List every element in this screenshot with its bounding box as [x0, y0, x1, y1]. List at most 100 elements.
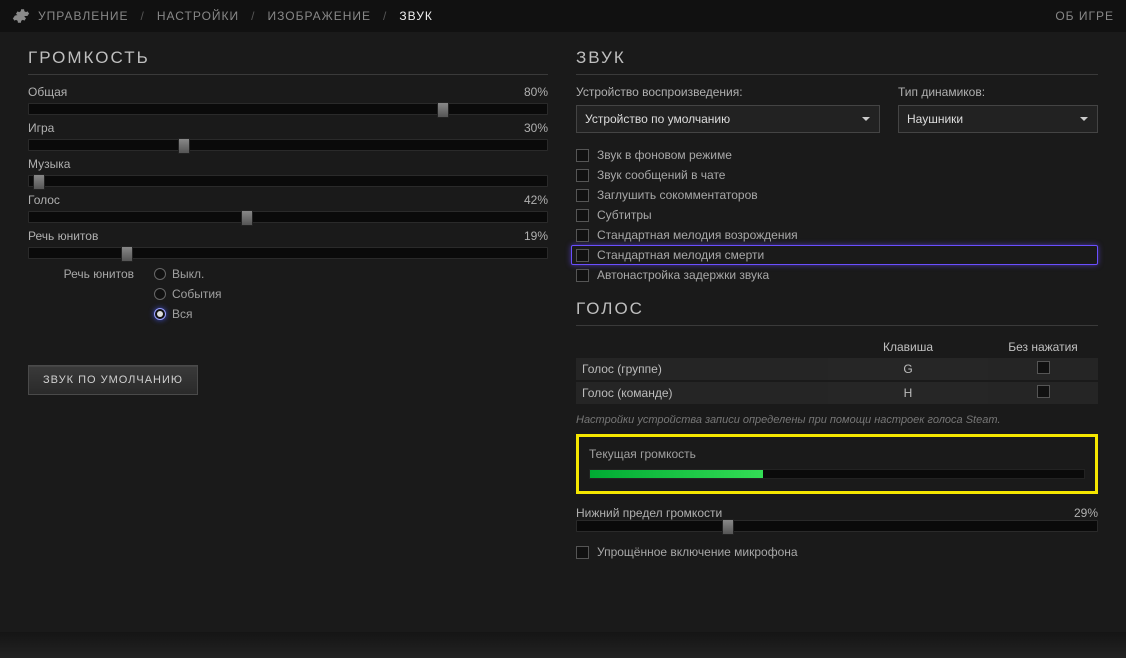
checkbox-icon: [1037, 385, 1050, 398]
voice-binding-name: Голос (команде): [576, 386, 828, 400]
slider-value: 19%: [524, 229, 548, 243]
checkbox-label: Автонастройка задержки звука: [597, 268, 769, 282]
radio-label: Вся: [172, 307, 193, 321]
slider-label: Общая: [28, 85, 67, 99]
divider: [576, 325, 1098, 326]
slider-value: 42%: [524, 193, 548, 207]
unit-speech-label: Речь юнитов: [42, 267, 134, 281]
playback-device-select[interactable]: Устройство по умолчанию: [576, 105, 880, 133]
volume-slider[interactable]: [28, 211, 548, 223]
sound-option[interactable]: Автонастройка задержки звука: [576, 265, 1098, 285]
slider-label: Музыка: [28, 157, 70, 171]
reset-audio-button[interactable]: ЗВУК ПО УМОЛЧАНИЮ: [28, 365, 198, 395]
voice-binding-row: Голос (группе)G: [576, 358, 1098, 380]
checkbox-icon: [576, 546, 589, 559]
voice-binding-nokey[interactable]: [988, 361, 1098, 377]
checkbox-icon: [576, 269, 589, 282]
voice-binding-key[interactable]: H: [828, 382, 988, 404]
sound-option[interactable]: Стандартная мелодия смерти: [571, 245, 1098, 265]
checkbox-label: Упрощённое включение микрофона: [597, 545, 798, 559]
checkbox-label: Звук в фоновом режиме: [597, 148, 732, 162]
checkbox-icon: [576, 209, 589, 222]
breadcrumb: УПРАВЛЕНИЕ / НАСТРОЙКИ / ИЗОБРАЖЕНИЕ / З…: [12, 7, 433, 25]
current-volume-box: Текущая громкость: [576, 434, 1098, 494]
slider-thumb[interactable]: [178, 138, 190, 154]
sound-panel: ЗВУК Устройство воспроизведения: Устройс…: [576, 48, 1098, 632]
voice-header-nokey: Без нажатия: [988, 340, 1098, 354]
voice-binding-key[interactable]: G: [828, 358, 988, 380]
content: ГРОМКОСТЬ Общая80%Игра30%МузыкаГолос42%Р…: [0, 32, 1126, 632]
sound-option[interactable]: Субтитры: [576, 205, 1098, 225]
sound-options-list: Звук в фоновом режиме Звук сообщений в ча…: [576, 145, 1098, 285]
current-volume-meter: [589, 469, 1085, 479]
slider-thumb[interactable]: [722, 519, 734, 535]
sound-option[interactable]: Звук в фоновом режиме: [576, 145, 1098, 165]
volume-title: ГРОМКОСТЬ: [28, 48, 548, 68]
checkbox-label: Стандартная мелодия смерти: [597, 248, 764, 262]
slider-thumb[interactable]: [121, 246, 133, 262]
select-value: Наушники: [907, 112, 963, 126]
current-volume-fill: [590, 470, 763, 478]
tab-video[interactable]: ИЗОБРАЖЕНИЕ: [268, 9, 372, 23]
slider-label: Речь юнитов: [28, 229, 98, 243]
checkbox-icon: [1037, 361, 1050, 374]
voice-header: Клавиша Без нажатия: [576, 336, 1098, 358]
radio-icon: [154, 268, 166, 280]
checkbox-label: Субтитры: [597, 208, 652, 222]
sound-title: ЗВУК: [576, 48, 1098, 68]
breadcrumb-separator: /: [141, 9, 145, 23]
checkbox-icon: [576, 189, 589, 202]
threshold-percent: 29%: [1074, 506, 1098, 520]
checkbox-label: Заглушить сокомментаторов: [597, 188, 758, 202]
voice-header-key: Клавиша: [828, 340, 988, 354]
select-value: Устройство по умолчанию: [585, 112, 730, 126]
speaker-type-select[interactable]: Наушники: [898, 105, 1098, 133]
slider-thumb[interactable]: [241, 210, 253, 226]
radio-label: Выкл.: [172, 267, 204, 281]
about-link[interactable]: ОБ ИГРЕ: [1055, 9, 1114, 23]
radio-option-off[interactable]: Выкл.: [154, 267, 204, 281]
slider-thumb[interactable]: [437, 102, 449, 118]
volume-slider[interactable]: [28, 175, 548, 187]
divider: [28, 74, 548, 75]
checkbox-label: Стандартная мелодия возрождения: [597, 228, 798, 242]
topbar: УПРАВЛЕНИЕ / НАСТРОЙКИ / ИЗОБРАЖЕНИЕ / З…: [0, 0, 1126, 32]
radio-label: События: [172, 287, 222, 301]
breadcrumb-separator: /: [251, 9, 255, 23]
radio-icon: [154, 288, 166, 300]
threshold-slider[interactable]: [576, 520, 1098, 532]
voice-binding-row: Голос (команде)H: [576, 382, 1098, 404]
recording-device-note: Настройки устройства записи определены п…: [576, 414, 1098, 426]
radio-option-events[interactable]: События: [154, 287, 222, 301]
sound-option[interactable]: Звук сообщений в чате: [576, 165, 1098, 185]
volume-slider[interactable]: [28, 247, 548, 259]
checkbox-icon: [576, 229, 589, 242]
sound-option[interactable]: Стандартная мелодия возрождения: [576, 225, 1098, 245]
current-volume-label: Текущая громкость: [589, 447, 1085, 461]
unit-speech-radio-group: Речь юнитов Выкл. События Вся: [42, 267, 548, 321]
slider-label: Игра: [28, 121, 54, 135]
radio-option-all[interactable]: Вся: [154, 307, 193, 321]
simple-mic-toggle[interactable]: Упрощённое включение микрофона: [576, 542, 1098, 562]
voice-title: ГОЛОС: [576, 299, 1098, 319]
tab-controls[interactable]: УПРАВЛЕНИЕ: [38, 9, 129, 23]
tab-settings[interactable]: НАСТРОЙКИ: [157, 9, 239, 23]
slider-thumb[interactable]: [33, 174, 45, 190]
playback-device-label: Устройство воспроизведения:: [576, 85, 880, 99]
speaker-type-label: Тип динамиков:: [898, 85, 1098, 99]
voice-binding-nokey[interactable]: [988, 385, 1098, 401]
gear-icon: [12, 7, 30, 25]
tab-audio[interactable]: ЗВУК: [399, 9, 432, 23]
chevron-down-icon: [861, 114, 871, 124]
checkbox-icon: [576, 149, 589, 162]
checkbox-icon: [576, 249, 589, 262]
volume-panel: ГРОМКОСТЬ Общая80%Игра30%МузыкаГолос42%Р…: [28, 48, 548, 632]
checkbox-label: Звук сообщений в чате: [597, 168, 725, 182]
slider-value: 30%: [524, 121, 548, 135]
volume-slider[interactable]: [28, 103, 548, 115]
volume-slider[interactable]: [28, 139, 548, 151]
chevron-down-icon: [1079, 114, 1089, 124]
radio-icon: [154, 308, 166, 320]
sound-option[interactable]: Заглушить сокомментаторов: [576, 185, 1098, 205]
voice-binding-name: Голос (группе): [576, 362, 828, 376]
